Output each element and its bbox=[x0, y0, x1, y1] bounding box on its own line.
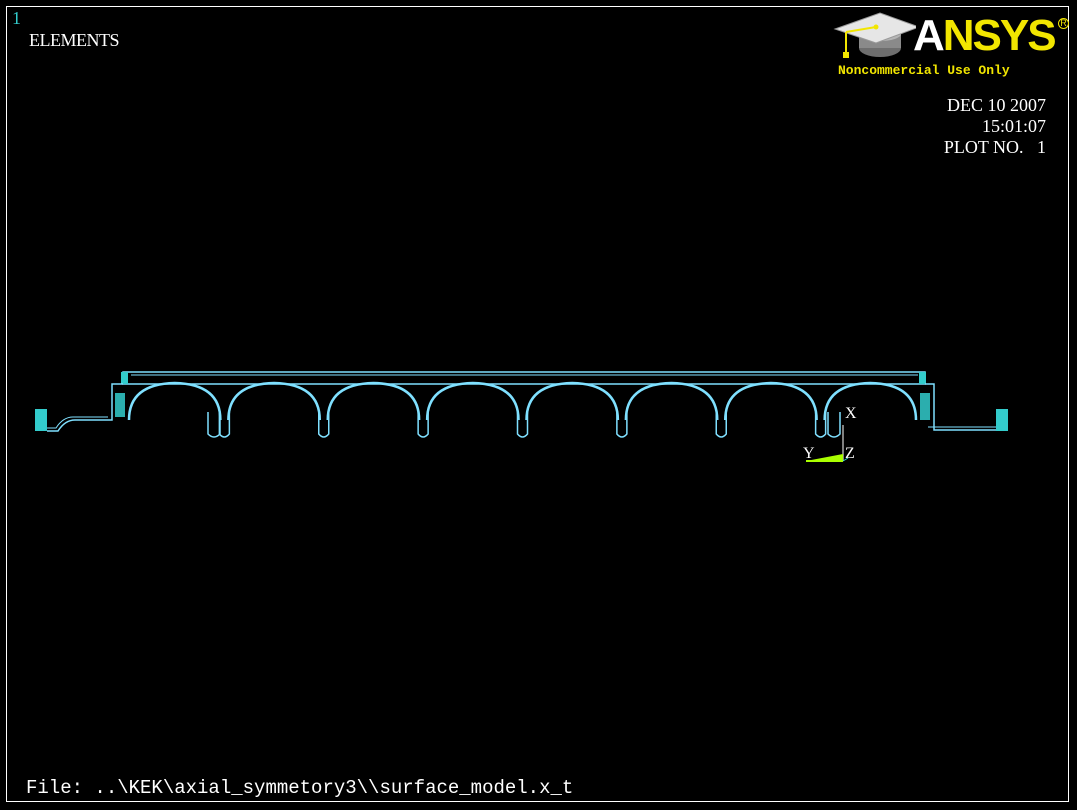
triad-y-label: Y bbox=[803, 445, 815, 462]
triad-z-label: Z bbox=[845, 445, 855, 462]
coordinate-triad bbox=[806, 425, 849, 462]
triad-x-label: X bbox=[845, 405, 857, 422]
graphics-window[interactable]: 1 ELEMENTS ANSYS R Noncommercial Use Onl… bbox=[0, 0, 1077, 810]
file-path-line: File: ..\KEK\axial_symmetory3\\surface_m… bbox=[26, 777, 574, 799]
